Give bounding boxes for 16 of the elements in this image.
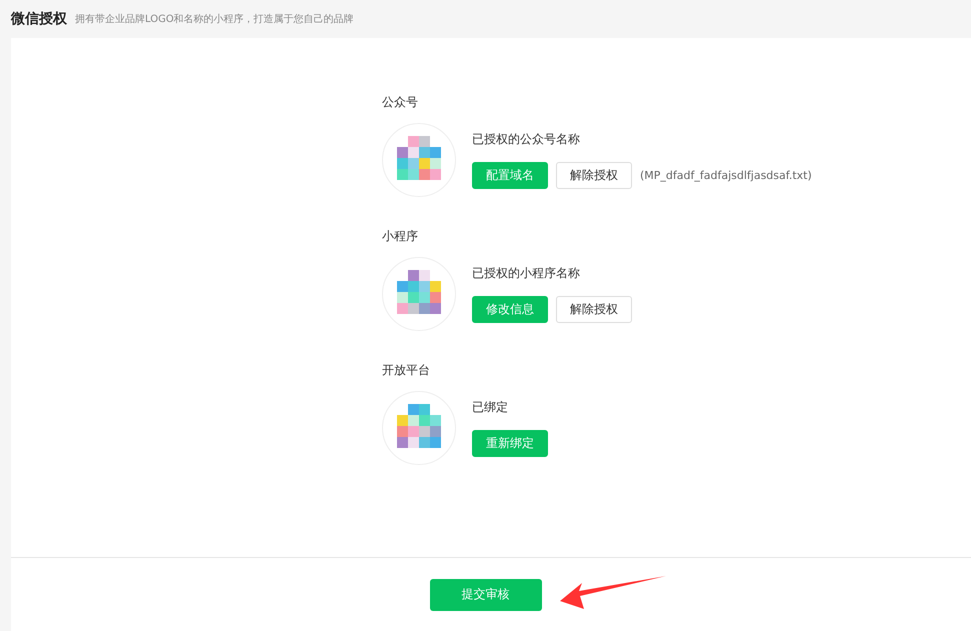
secondary-button[interactable]: 解除授权	[556, 296, 632, 323]
primary-button[interactable]: 修改信息	[472, 296, 548, 323]
account-name: 已授权的公众号名称	[472, 131, 581, 148]
page-subtitle: 拥有带企业品牌LOGO和名称的小程序，打造属于您自己的品牌	[75, 12, 354, 26]
account-name: 已绑定	[472, 399, 509, 416]
primary-button[interactable]: 重新绑定	[472, 430, 548, 457]
secondary-button[interactable]: 解除授权	[556, 162, 632, 189]
primary-button[interactable]: 配置域名	[472, 162, 548, 189]
file-name: (MP_dfadf_fadfajsdlfjasdsaf.txt)	[640, 169, 812, 182]
page-title: 微信授权	[11, 10, 67, 28]
section-title: 公众号	[382, 94, 419, 111]
section-title: 小程序	[382, 228, 419, 245]
submit-button[interactable]: 提交审核	[430, 578, 542, 610]
account-name: 已授权的小程序名称	[472, 265, 581, 282]
section-title: 开放平台	[382, 362, 431, 379]
arrow-icon	[560, 575, 666, 611]
